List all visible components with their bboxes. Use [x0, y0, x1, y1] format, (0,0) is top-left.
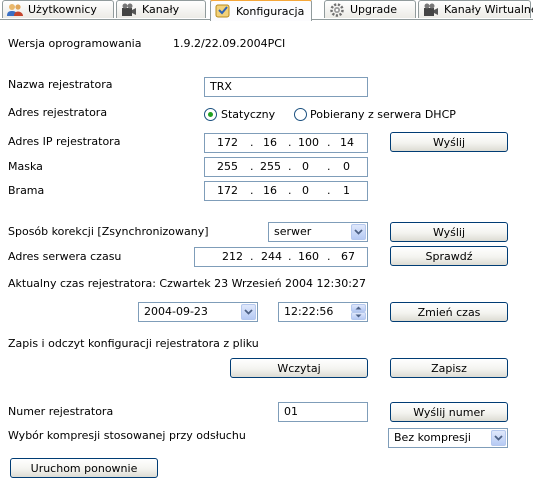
tab-upgrade[interactable]: Upgrade — [324, 0, 416, 18]
firmware-value: 1.9.2/22.09.2004PCI — [173, 37, 286, 50]
radio-selected-dot — [208, 112, 213, 117]
load-config-button[interactable]: Wczytaj — [230, 358, 368, 378]
firmware-label: Wersja oprogramowania — [8, 37, 142, 50]
ip-octet: 172 — [217, 136, 238, 149]
tab-label: Kanały — [142, 3, 180, 16]
ip-octet: 100 — [298, 136, 319, 149]
ip-label: Adres IP rejestratora — [8, 135, 121, 148]
tab-label: Konfiguracja — [236, 4, 305, 18]
save-config-button[interactable]: Zapisz — [390, 358, 508, 378]
recorder-number-label: Numer rejestratora — [8, 405, 114, 418]
send-number-button[interactable]: Wyślij numer — [390, 402, 508, 422]
change-time-button[interactable]: Zmień czas — [390, 302, 508, 322]
check-time-server-button[interactable]: Sprawdź — [390, 246, 508, 266]
ip-dot: . — [288, 250, 292, 263]
gateway-label: Brama — [8, 184, 45, 197]
ip-dot: . — [250, 160, 254, 173]
ip-octet: 0 — [302, 160, 309, 173]
compression-label: Wybór kompresji stosowanej przy odsłuchu — [8, 429, 246, 442]
ip-dot: . — [327, 136, 331, 149]
ip-octet: 0 — [302, 184, 309, 197]
send-correction-button[interactable]: Wyślij — [390, 222, 508, 242]
gear-icon — [329, 2, 345, 17]
ip-dot: . — [250, 250, 254, 263]
recorder-name-input[interactable]: TRX — [204, 77, 368, 97]
time-server-input[interactable]: 212 . 244 . 160 . 67 — [194, 247, 368, 267]
chevron-down-icon[interactable] — [491, 430, 506, 446]
tab-users[interactable]: Użytkownicy — [2, 0, 114, 18]
restart-button[interactable]: Uruchom ponownie — [10, 458, 158, 478]
compression-select-value: Bez kompresji — [394, 431, 471, 444]
tab-label: Upgrade — [350, 3, 398, 16]
radio-static[interactable] — [204, 108, 217, 121]
correction-select-value: serwer — [274, 225, 312, 238]
chevron-down-icon[interactable] — [351, 224, 366, 240]
compression-select[interactable]: Bez kompresji — [388, 428, 508, 448]
ip-dot: . — [288, 160, 292, 173]
ip-octet: 160 — [298, 250, 319, 263]
radio-static-label: Statyczny — [221, 108, 276, 121]
ip-octet: 255 — [260, 160, 281, 173]
time-spinner[interactable]: 12:22:56 — [278, 302, 368, 322]
chevron-down-icon[interactable] — [241, 304, 256, 320]
correction-select[interactable]: serwer — [268, 222, 368, 242]
ip-dot: . — [327, 184, 331, 197]
recorder-number-input[interactable]: 01 — [278, 402, 368, 422]
recorder-name-label: Nazwa rejestratora — [8, 78, 113, 91]
time-server-label: Adres serwera czasu — [8, 250, 122, 263]
config-icon — [215, 4, 231, 18]
mask-label: Maska — [8, 160, 43, 173]
ip-octet: 212 — [222, 250, 243, 263]
tab-label: Użytkownicy — [28, 3, 97, 16]
ip-dot: . — [288, 184, 292, 197]
ip-octet: 16 — [263, 136, 277, 149]
ip-octet: 255 — [217, 160, 238, 173]
date-picker[interactable]: 2004-09-23 — [138, 302, 258, 322]
tab-channels[interactable]: Kanały — [116, 0, 206, 18]
gateway-input[interactable]: 172 . 16 . 0 . 1 — [204, 181, 368, 201]
tab-configuration[interactable]: Konfiguracja — [210, 0, 312, 21]
mask-input[interactable]: 255 . 255 . 0 . 0 — [204, 157, 368, 177]
send-ip-button[interactable]: Wyślij — [390, 132, 508, 152]
spin-up-icon[interactable] — [351, 304, 366, 312]
config-file-label: Zapis i odczyt konfiguracji rejestratora… — [8, 337, 259, 350]
ip-dot: . — [288, 136, 292, 149]
tab-virtual-channels[interactable]: Kanały Wirtualne — [418, 0, 533, 18]
tab-label: Kanały Wirtualne — [444, 3, 533, 16]
date-value: 2004-09-23 — [144, 305, 208, 318]
spin-down-icon[interactable] — [351, 312, 366, 320]
correction-label: Sposób korekcji [Zsynchronizowany] — [8, 225, 209, 238]
tab-bar: Użytkownicy Kanały Konfiguracja Upgrade … — [0, 0, 533, 21]
film-channel-icon — [423, 3, 439, 17]
ip-octet: 14 — [340, 136, 354, 149]
film-channel-icon — [121, 3, 137, 17]
ip-dot: . — [327, 160, 331, 173]
address-mode-label: Adres rejestratora — [8, 106, 108, 119]
ip-octet: 67 — [341, 250, 355, 263]
time-value: 12:22:56 — [284, 305, 334, 318]
ip-dot: . — [327, 250, 331, 263]
ip-address-input[interactable]: 172 . 16 . 100 . 14 — [204, 133, 368, 153]
users-icon — [7, 3, 23, 17]
ip-octet: 244 — [261, 250, 282, 263]
ip-octet: 172 — [217, 184, 238, 197]
radio-dhcp[interactable] — [294, 108, 307, 121]
radio-dhcp-label: Pobierany z serwera DHCP — [310, 108, 456, 121]
ip-dot: . — [250, 136, 254, 149]
ip-octet: 16 — [263, 184, 277, 197]
current-time-text: Aktualny czas rejestratora: Czwartek 23 … — [8, 277, 366, 290]
ip-octet: 0 — [343, 160, 350, 173]
ip-octet: 1 — [343, 184, 350, 197]
ip-dot: . — [250, 184, 254, 197]
